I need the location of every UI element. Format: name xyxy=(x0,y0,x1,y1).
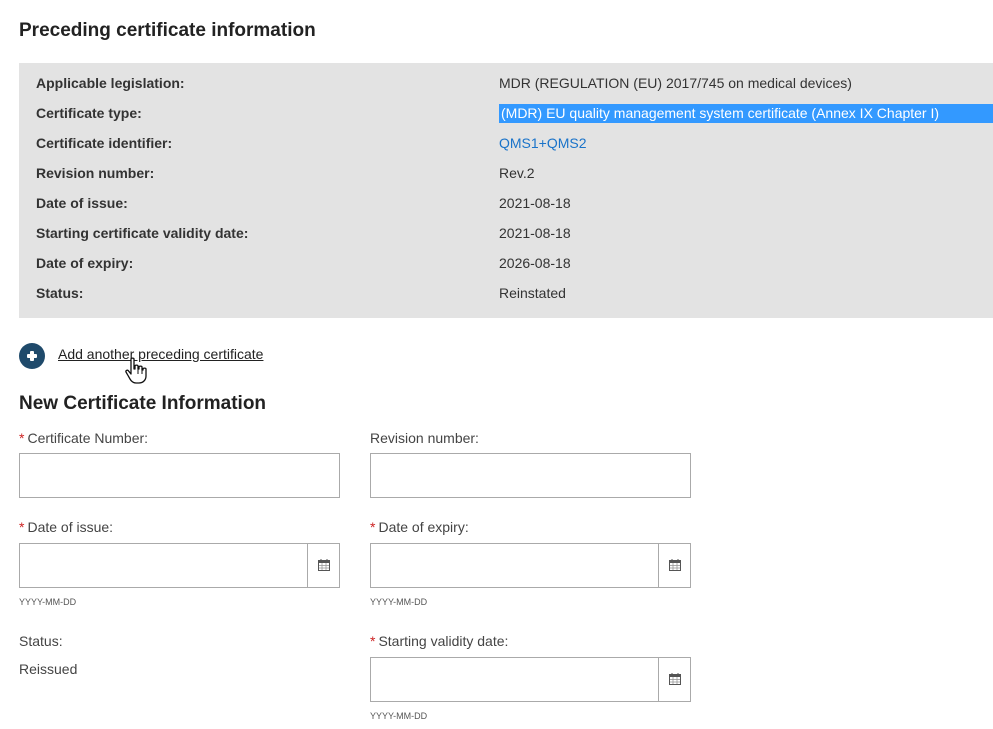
calendar-icon xyxy=(669,673,681,685)
date-of-issue-label-text: Date of issue: xyxy=(27,519,114,535)
plus-circle-icon[interactable] xyxy=(19,343,45,369)
certificate-form-page: Preceding certificate information Applic… xyxy=(0,0,993,729)
info-value: Reinstated xyxy=(499,285,566,301)
date-of-issue-label: * Date of issue: xyxy=(19,519,113,535)
date-of-expiry-label-text: Date of expiry: xyxy=(378,519,469,535)
info-label: Date of issue: xyxy=(36,195,128,211)
info-label: Status: xyxy=(36,285,84,301)
certificate-number-label: * Certificate Number: xyxy=(19,430,148,446)
certificate-number-input[interactable] xyxy=(19,453,340,498)
required-marker: * xyxy=(370,633,376,649)
starting-validity-date-input[interactable] xyxy=(370,657,691,702)
calendar-icon xyxy=(669,559,681,571)
date-of-expiry-label: * Date of expiry: xyxy=(370,519,469,535)
info-label: Certificate type: xyxy=(36,105,142,121)
date-of-issue-calendar-button[interactable] xyxy=(307,544,339,587)
info-value: MDR (REGULATION (EU) 2017/745 on medical… xyxy=(499,75,852,91)
hand-pointer-cursor-icon xyxy=(125,357,147,384)
required-marker: * xyxy=(19,430,25,446)
required-marker: * xyxy=(370,519,376,535)
info-value: 2021-08-18 xyxy=(499,225,571,241)
certificate-identifier-link[interactable]: QMS1+QMS2 xyxy=(499,135,587,151)
info-value-selected[interactable]: (MDR) EU quality management system certi… xyxy=(499,104,993,123)
info-value: Rev.2 xyxy=(499,165,535,181)
info-label: Certificate identifier: xyxy=(36,135,173,151)
info-row-status: Status: Reinstated xyxy=(19,279,993,309)
info-row-certificate-type: Certificate type: (MDR) EU quality manag… xyxy=(19,99,993,129)
date-of-issue-format-hint: YYYY-MM-DD xyxy=(19,597,77,607)
revision-number-label: Revision number: xyxy=(370,430,479,446)
starting-validity-date-label-text: Starting validity date: xyxy=(378,633,509,649)
info-row-legislation: Applicable legislation: MDR (REGULATION … xyxy=(19,69,993,99)
add-preceding-certificate-link[interactable]: Add another preceding certificate xyxy=(58,346,263,362)
info-label: Applicable legislation: xyxy=(36,75,185,91)
status-value: Reissued xyxy=(19,661,78,677)
info-row-revision-number: Revision number: Rev.2 xyxy=(19,159,993,189)
info-value: 2026-08-18 xyxy=(499,255,571,271)
new-certificate-section-title: New Certificate Information xyxy=(19,393,267,414)
info-row-certificate-identifier: Certificate identifier: QMS1+QMS2 xyxy=(19,129,993,159)
status-label: Status: xyxy=(19,633,63,649)
calendar-icon xyxy=(318,559,330,571)
date-of-expiry-format-hint: YYYY-MM-DD xyxy=(370,597,428,607)
certificate-number-label-text: Certificate Number: xyxy=(27,430,149,446)
required-marker: * xyxy=(19,519,25,535)
starting-validity-date-format-hint: YYYY-MM-DD xyxy=(370,711,428,721)
info-value: 2021-08-18 xyxy=(499,195,571,211)
info-row-starting-validity-date: Starting certificate validity date: 2021… xyxy=(19,219,993,249)
info-label: Revision number: xyxy=(36,165,155,181)
preceding-info-panel: Applicable legislation: MDR (REGULATION … xyxy=(19,63,993,318)
info-label: Starting certificate validity date: xyxy=(36,225,249,241)
starting-validity-date-calendar-button[interactable] xyxy=(658,658,690,701)
info-label: Date of expiry: xyxy=(36,255,134,271)
info-row-date-of-expiry: Date of expiry: 2026-08-18 xyxy=(19,249,993,279)
info-row-date-of-issue: Date of issue: 2021-08-18 xyxy=(19,189,993,219)
date-of-expiry-calendar-button[interactable] xyxy=(658,544,690,587)
date-of-expiry-input[interactable] xyxy=(370,543,691,588)
date-of-issue-input[interactable] xyxy=(19,543,340,588)
revision-number-input[interactable] xyxy=(370,453,691,498)
preceding-section-title: Preceding certificate information xyxy=(19,20,316,41)
starting-validity-date-label: * Starting validity date: xyxy=(370,633,508,649)
